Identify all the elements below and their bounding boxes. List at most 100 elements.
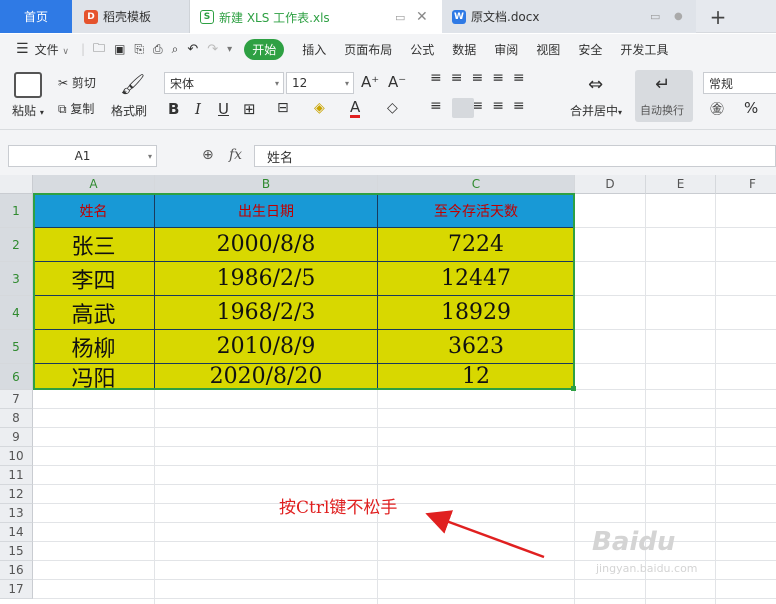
bold-icon[interactable]: B [168,100,179,118]
percent-button[interactable]: % [744,99,758,117]
formula-input[interactable]: 姓名 [254,145,776,167]
font-name-select[interactable]: 宋体 ▾ [164,72,284,94]
cut-button[interactable]: ✂ 剪切 [58,74,96,91]
row-header-5[interactable]: 5 [0,330,33,364]
table-cell[interactable]: 张三 [33,228,155,262]
row-header-8[interactable]: 8 [0,409,33,428]
row-header-7[interactable]: 7 [0,390,33,409]
menu-page-layout[interactable]: 页面布局 [344,41,392,58]
underline-icon[interactable]: U [218,100,229,118]
row-header-6[interactable]: 6 [0,364,33,390]
save-icon[interactable]: ▣ [114,42,125,56]
table-cell[interactable]: 7224 [378,228,575,262]
column-header-D[interactable]: D [575,175,646,194]
paste-icon[interactable] [14,72,42,98]
italic-icon[interactable]: I [195,100,201,118]
select-all-corner[interactable] [0,175,33,194]
copy-button[interactable]: ⧉ 复制 [58,100,94,117]
name-box[interactable]: A1 ▾ [8,145,157,167]
table-cell[interactable]: 1968/2/3 [155,296,378,330]
row-header-12[interactable]: 12 [0,485,33,504]
increase-font-icon[interactable]: A⁺ [361,73,379,91]
wrap-text-button[interactable]: ↵ 自动换行 [635,70,693,122]
table-cell[interactable]: 1986/2/5 [155,262,378,296]
font-color-icon[interactable]: A [350,99,361,118]
table-header-cell[interactable]: 至今存活天数 [378,194,575,228]
merge-center-button[interactable]: 合并居中▾ [570,102,622,119]
quick-access-dropdown-icon[interactable]: ▾ [227,44,232,55]
table-cell[interactable]: 李四 [33,262,155,296]
menu-file[interactable]: 文件 ∨ [35,41,69,58]
table-cell[interactable]: 12 [378,364,575,390]
horizontal-align-icons[interactable]: ≡≡≡≡≡ [430,98,534,114]
tab-word-document[interactable]: W 原文档.docx ▭ ● [442,0,696,33]
column-header-A[interactable]: A [33,175,155,194]
row-header-2[interactable]: 2 [0,228,33,262]
print-icon[interactable]: ⎙ [153,42,163,57]
table-cell[interactable]: 12447 [378,262,575,296]
table-cell[interactable]: 高武 [33,296,155,330]
menu-view[interactable]: 视图 [536,41,560,58]
fill-color-icon[interactable]: ◈ [314,100,325,116]
tab-docer-templates[interactable]: D 稻壳模板 [72,0,190,33]
table-cell[interactable]: 冯阳 [33,364,155,392]
menu-review[interactable]: 审阅 [494,41,518,58]
table-header-cell[interactable]: 出生日期 [155,194,378,228]
tab-home[interactable]: 首页 [0,0,72,33]
table-cell[interactable]: 2000/8/8 [155,228,378,262]
merge-center-icon[interactable]: ⇔ [588,74,603,95]
column-header-B[interactable]: B [155,175,378,194]
font-size-select[interactable]: 12 ▾ [286,72,354,94]
hamburger-icon[interactable]: ☰ [16,41,29,57]
row-header-14[interactable]: 14 [0,523,33,542]
close-tab-icon[interactable]: ✕ [416,9,428,25]
row-header-10[interactable]: 10 [0,447,33,466]
table-cell[interactable]: 杨柳 [33,330,155,364]
undo-icon[interactable]: ↶ [187,42,198,57]
table-cell[interactable]: 2020/8/20 [155,364,378,390]
menu-formulas[interactable]: 公式 [410,41,434,58]
new-tab-button[interactable]: + [700,0,736,33]
row-header-16[interactable]: 16 [0,561,33,580]
merge-style-icon[interactable]: ⊟ [277,100,289,116]
restore-window-icon[interactable]: ▭ [650,10,660,23]
row-header-4[interactable]: 4 [0,296,33,330]
vertical-align-icons[interactable]: ≡≡≡≡≡ [430,70,534,86]
export-icon[interactable]: ⎘ [134,42,144,57]
fill-handle[interactable] [571,386,576,391]
table-cell[interactable]: 3623 [378,330,575,364]
open-icon[interactable]: 🗀 [93,39,105,60]
menu-home-start[interactable]: 开始 [244,38,285,60]
borders-icon[interactable]: ⊞ [243,100,256,118]
row-header-11[interactable]: 11 [0,466,33,485]
row-header-9[interactable]: 9 [0,428,33,447]
zoom-icon[interactable]: ⊕ [202,147,214,163]
redo-icon[interactable]: ↷ [207,42,218,57]
menu-security[interactable]: 安全 [578,41,602,58]
clear-format-icon[interactable]: ◇ [387,100,398,116]
row-header-13[interactable]: 13 [0,504,33,523]
tab-spreadsheet[interactable]: S 新建 XLS 工作表.xls ▭ ✕ [190,0,442,34]
menu-data[interactable]: 数据 [452,41,476,58]
table-cell[interactable]: 18929 [378,296,575,330]
paste-button[interactable]: 粘贴 ▾ [12,102,44,119]
table-cell[interactable]: 2010/8/9 [155,330,378,364]
print-preview-icon[interactable]: ⌕ [172,42,179,57]
menu-insert[interactable]: 插入 [302,41,326,58]
column-header-C[interactable]: C [378,175,575,194]
restore-window-icon[interactable]: ▭ [395,11,405,24]
column-header-E[interactable]: E [646,175,716,194]
row-header-15[interactable]: 15 [0,542,33,561]
decrease-font-icon[interactable]: A⁻ [388,73,406,91]
currency-icon[interactable]: ㊎ [710,99,724,119]
menu-developer[interactable]: 开发工具 [620,41,668,58]
fx-button[interactable]: fx [229,147,242,163]
number-format-select[interactable]: 常规 [703,72,776,94]
format-painter-button[interactable]: 格式刷 [111,102,147,119]
align-center-active[interactable] [452,98,474,118]
row-header-1[interactable]: 1 [0,194,33,228]
table-header-cell[interactable]: 姓名 [33,194,155,228]
row-header-17[interactable]: 17 [0,580,33,599]
format-painter-icon[interactable]: 🖌 [120,72,145,96]
row-header-3[interactable]: 3 [0,262,33,296]
